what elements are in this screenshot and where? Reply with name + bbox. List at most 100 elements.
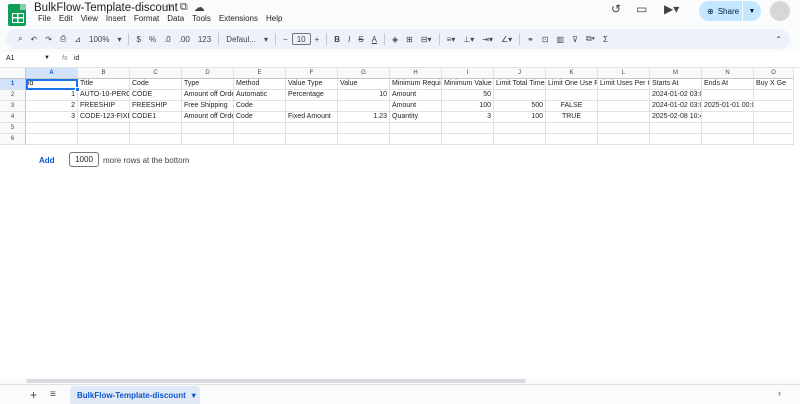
column-header-n[interactable]: N: [702, 68, 754, 79]
font-size-input[interactable]: 10: [291, 33, 311, 45]
percent-format-button[interactable]: %: [145, 35, 160, 44]
formula-input[interactable]: id: [74, 55, 79, 62]
cell-c4[interactable]: CODE1: [130, 112, 182, 123]
row-header-5[interactable]: 5: [0, 123, 26, 134]
cell-n5[interactable]: [702, 123, 754, 134]
redo-icon[interactable]: ↷: [41, 35, 56, 44]
cell-k4[interactable]: TRUE: [546, 112, 598, 123]
cell-h1[interactable]: Minimum Requir: [390, 79, 442, 90]
increase-decimal-button[interactable]: .00: [175, 35, 194, 44]
currency-format-button[interactable]: $: [132, 35, 144, 44]
cell-m2[interactable]: 2024-01-02 03:04:05 -0600: [650, 90, 702, 101]
move-folder-icon[interactable]: ⧉: [180, 1, 188, 14]
cell-n3[interactable]: 2025-01-01 00:00:00 -0600: [702, 101, 754, 112]
sheet-tab[interactable]: BulkFlow-Template-discount ▾: [70, 386, 200, 404]
text-rotation-icon[interactable]: ∠▾: [497, 35, 516, 44]
history-icon[interactable]: ↺: [611, 2, 621, 16]
cell-m5[interactable]: [650, 123, 702, 134]
zoom-chevron-down-icon[interactable]: ▾: [113, 35, 125, 44]
insert-comment-icon[interactable]: ⊡: [538, 35, 553, 44]
cell-o2[interactable]: [754, 90, 794, 101]
comments-icon[interactable]: ▭: [636, 2, 647, 16]
cell-f5[interactable]: [286, 123, 338, 134]
cell-k3[interactable]: FALSE: [546, 101, 598, 112]
cell-i2[interactable]: 50: [442, 90, 494, 101]
cell-d6[interactable]: [182, 134, 234, 145]
cell-k1[interactable]: Limit One Use P: [546, 79, 598, 90]
cell-c3[interactable]: FREESHIP: [130, 101, 182, 112]
cell-i3[interactable]: 100: [442, 101, 494, 112]
more-formats-button[interactable]: 123: [194, 35, 215, 44]
column-header-i[interactable]: I: [442, 68, 494, 79]
filter-views-icon[interactable]: ⧉▾: [582, 34, 599, 44]
cell-a2[interactable]: 1: [26, 90, 78, 101]
cell-e4[interactable]: Code: [234, 112, 286, 123]
menu-item-data[interactable]: Data: [163, 14, 188, 23]
undo-icon[interactable]: ↶: [26, 35, 41, 44]
avatar[interactable]: [770, 1, 790, 21]
cell-b4[interactable]: CODE-123-FIXE: [78, 112, 130, 123]
cell-k5[interactable]: [546, 123, 598, 134]
cell-l1[interactable]: Limit Uses Per C: [598, 79, 650, 90]
menu-item-view[interactable]: View: [77, 14, 102, 23]
row-header-3[interactable]: 3: [0, 101, 26, 112]
cell-b5[interactable]: [78, 123, 130, 134]
cell-g2[interactable]: 10: [338, 90, 390, 101]
cell-c2[interactable]: CODE: [130, 90, 182, 101]
column-header-c[interactable]: C: [130, 68, 182, 79]
cell-j6[interactable]: [494, 134, 546, 145]
all-sheets-icon[interactable]: ≡: [50, 389, 56, 400]
column-header-a[interactable]: A: [26, 68, 78, 79]
cell-i5[interactable]: [442, 123, 494, 134]
cell-a6[interactable]: [26, 134, 78, 145]
cell-o4[interactable]: [754, 112, 794, 123]
cell-m4[interactable]: 2025-02-08 10:42:33 -0600: [650, 112, 702, 123]
cell-o1[interactable]: Buy X Ge: [754, 79, 794, 90]
paint-format-icon[interactable]: ⊿: [70, 35, 85, 44]
menu-item-insert[interactable]: Insert: [102, 14, 130, 23]
cell-l3[interactable]: [598, 101, 650, 112]
cell-o5[interactable]: [754, 123, 794, 134]
column-header-b[interactable]: B: [78, 68, 130, 79]
star-icon[interactable]: ☆: [164, 1, 174, 14]
column-header-j[interactable]: J: [494, 68, 546, 79]
decrease-font-size-icon[interactable]: −: [279, 35, 292, 44]
cell-d1[interactable]: Type: [182, 79, 234, 90]
column-header-l[interactable]: L: [598, 68, 650, 79]
cell-f6[interactable]: [286, 134, 338, 145]
cell-m1[interactable]: Starts At: [650, 79, 702, 90]
merge-cells-icon[interactable]: ⊟▾: [417, 35, 436, 44]
cell-e2[interactable]: Automatic: [234, 90, 286, 101]
cell-k6[interactable]: [546, 134, 598, 145]
menu-item-help[interactable]: Help: [262, 14, 286, 23]
select-all-corner[interactable]: [0, 68, 26, 79]
decrease-decimal-button[interactable]: .0: [160, 35, 175, 44]
name-box-chevron-down-icon[interactable]: ▼: [44, 55, 50, 61]
text-wrap-icon[interactable]: ⇥▾: [478, 35, 497, 44]
menu-item-tools[interactable]: Tools: [188, 14, 215, 23]
italic-button[interactable]: I: [344, 35, 354, 44]
cell-a4[interactable]: 3: [26, 112, 78, 123]
column-header-g[interactable]: G: [338, 68, 390, 79]
cell-b1[interactable]: Title: [78, 79, 130, 90]
strikethrough-button[interactable]: S: [354, 35, 367, 44]
fill-color-icon[interactable]: ◈: [388, 35, 402, 44]
cell-e5[interactable]: [234, 123, 286, 134]
cell-o3[interactable]: [754, 101, 794, 112]
cell-g1[interactable]: Value: [338, 79, 390, 90]
column-header-m[interactable]: M: [650, 68, 702, 79]
cell-l4[interactable]: [598, 112, 650, 123]
column-header-h[interactable]: H: [390, 68, 442, 79]
cell-i1[interactable]: Minimum Value: [442, 79, 494, 90]
increase-font-size-icon[interactable]: +: [311, 35, 324, 44]
cell-l6[interactable]: [598, 134, 650, 145]
cell-n4[interactable]: [702, 112, 754, 123]
row-header-1[interactable]: 1: [0, 79, 26, 90]
add-rows-button[interactable]: Add: [39, 156, 55, 165]
text-color-button[interactable]: A: [368, 35, 381, 44]
row-header-4[interactable]: 4: [0, 112, 26, 123]
insert-link-icon[interactable]: ⚭: [523, 35, 538, 44]
font-select[interactable]: Defaul...: [222, 35, 260, 44]
menu-item-extensions[interactable]: Extensions: [215, 14, 262, 23]
add-sheet-icon[interactable]: +: [30, 388, 37, 402]
